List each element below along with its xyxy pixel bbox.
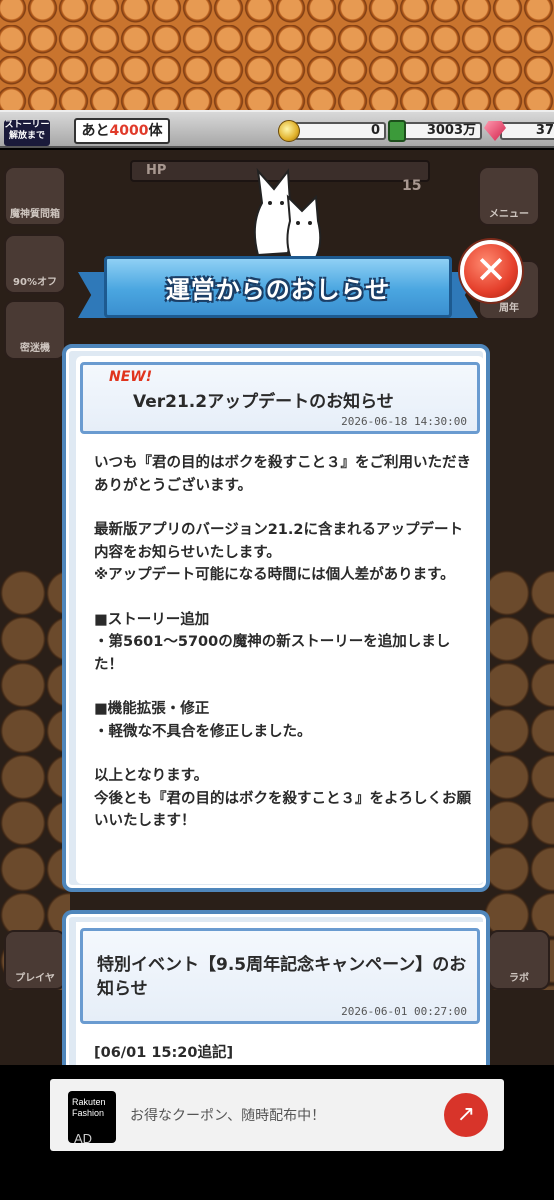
ad-tap-icon[interactable]: ↗ (444, 1093, 488, 1137)
notice-header: NEW! Ver21.2アップデートのお知らせ 2026-06-18 14:30… (80, 362, 480, 434)
notice-card-second[interactable]: 特別イベント【9.5周年記念キャンペーン】のお知らせ 2026-06-01 00… (76, 922, 484, 1080)
banner-plate: 運営からのおしらせ (104, 256, 452, 318)
story-remaining-count: 4000 (109, 123, 149, 139)
notice-body-second: [06/01 15:20追記] (94, 1045, 234, 1061)
notice-body: いつも『君の目的はボクを殺すこと３』をご利用いただきありがとうございます。 最新… (94, 452, 474, 833)
notice-paragraph: 以上となります。 今後とも『君の目的はボクを殺すこと３』をよろしくお願いいたしま… (94, 768, 471, 829)
close-button[interactable]: ✕ (460, 240, 522, 302)
notice-modal-second[interactable]: 特別イベント【9.5周年記念キャンペーン】のお知らせ 2026-06-01 00… (62, 910, 490, 1080)
notice-modal[interactable]: NEW! Ver21.2アップデートのお知らせ 2026-06-18 14:30… (62, 344, 490, 892)
coin-value: 0 (294, 122, 386, 140)
resource-bar: ストーリー解放まで あと4000体 0 3003万 37 (0, 110, 554, 148)
coin-counter[interactable]: 0 (278, 119, 386, 143)
gem-value: 37 (500, 122, 554, 140)
notice-title-second: 特別イベント【9.5周年記念キャンペーン】のお知らせ (97, 955, 467, 999)
dungeon-button[interactable]: 密迷機 (4, 300, 66, 360)
ad-area: Rakuten Fashion お得なクーポン、随時配布中！ ↗ AD (0, 1065, 554, 1200)
bean-field-background (0, 0, 554, 110)
notice-date: 2026-06-18 14:30:00 (341, 415, 467, 428)
lab-button[interactable]: ラボ (488, 930, 550, 990)
menu-button[interactable]: メニュー (478, 166, 540, 226)
bean-column-left (0, 570, 70, 990)
hours-counter[interactable]: 3003万 (388, 119, 482, 143)
close-icon: ✕ (475, 248, 507, 292)
notice-banner: 運営からのおしらせ (78, 250, 478, 328)
new-badge: NEW! (109, 369, 153, 385)
notice-paragraph: ■機能拡張・修正 ・軽微な不具合を修正しました。 (94, 701, 312, 740)
story-remaining-suffix: 体 (148, 123, 163, 139)
discount-button[interactable]: 90%オフ (4, 234, 66, 294)
notice-date-second: 2026-06-01 00:27:00 (341, 1005, 467, 1018)
hours-value: 3003万 (400, 122, 482, 140)
notice-paragraph: ■ストーリー追加 ・第5601〜5700の魔神の新ストーリーを追加しました！ (94, 611, 451, 673)
notice-paragraph: いつも『君の目的はボクを殺すこと３』をご利用いただきありがとうございます。 (94, 455, 471, 494)
notice-paragraph: 最新版アプリのバージョン21.2に含まれるアップデート内容をお知らせいたします。… (94, 522, 463, 583)
ad-label: AD (74, 1131, 93, 1146)
cat-mascot-icon (253, 167, 322, 262)
notice-title: Ver21.2アップデートのお知らせ (133, 392, 394, 412)
story-unlock-label: ストーリー解放まで (4, 120, 50, 146)
coin-icon (278, 120, 300, 142)
player-button[interactable]: プレイヤ (4, 930, 66, 990)
banner-title: 運営からのおしらせ (165, 275, 391, 304)
story-remaining-prefix: あと (81, 123, 110, 139)
notice-header-second: 特別イベント【9.5周年記念キャンペーン】のお知らせ 2026-06-01 00… (80, 928, 480, 1024)
story-remaining-counter[interactable]: あと4000体 (74, 118, 170, 144)
ad-banner[interactable]: Rakuten Fashion お得なクーポン、随時配布中！ ↗ (50, 1079, 504, 1151)
level-number: 15 (402, 178, 422, 194)
notice-card[interactable]: NEW! Ver21.2アップデートのお知らせ 2026-06-18 14:30… (76, 356, 484, 884)
hourglass-icon (388, 120, 406, 142)
gem-counter[interactable]: 37 (484, 119, 554, 143)
bean-column-right (484, 570, 554, 990)
ad-text: お得なクーポン、随時配布中！ (130, 1108, 326, 1124)
question-box-button[interactable]: 魔神質問箱 (4, 166, 66, 226)
